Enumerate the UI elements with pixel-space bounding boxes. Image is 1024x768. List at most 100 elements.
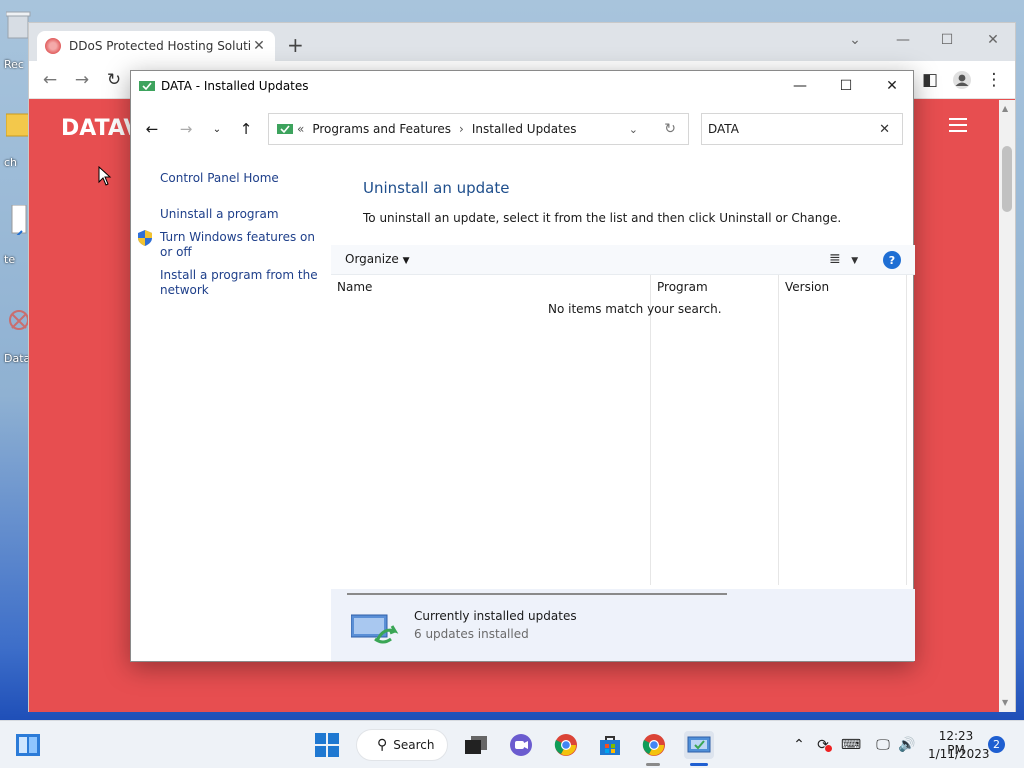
browser-forward-icon[interactable]: →: [71, 69, 93, 91]
taskbar-search[interactable]: ⚲ Search: [356, 729, 448, 761]
page-scrollbar[interactable]: ▲ ▼: [999, 100, 1015, 712]
left-pane: Control Panel Home Uninstall a program T…: [131, 161, 331, 661]
running-indicator: [646, 763, 660, 766]
back-icon[interactable]: ←: [142, 119, 162, 139]
column-divider: [650, 275, 651, 585]
chrome-taskbar-button[interactable]: [552, 731, 580, 759]
volume-icon[interactable]: 🔊: [897, 735, 917, 755]
browser-tab-bar: DDoS Protected Hosting Solutio ✕ + ⌄ — ☐…: [29, 23, 1015, 61]
address-bar[interactable]: « Programs and Features › Installed Upda…: [268, 113, 689, 145]
details-title: Currently installed updates: [414, 609, 577, 623]
browser-tab[interactable]: DDoS Protected Hosting Solutio ✕: [37, 31, 275, 61]
desktop-icon-datavix[interactable]: Data: [0, 308, 30, 365]
column-header-name[interactable]: Name: [337, 280, 372, 294]
close-icon[interactable]: ✕: [869, 71, 915, 101]
mouse-cursor-icon: [98, 166, 112, 186]
teams-chat-icon: [510, 734, 532, 756]
microsoft-store-icon: [600, 736, 620, 755]
task-view-icon: [465, 736, 487, 754]
chevron-down-icon: ▼: [851, 256, 859, 266]
windows-features-link[interactable]: Turn Windows features on or off: [160, 230, 320, 260]
change-view-button[interactable]: ≣ ▼: [829, 251, 858, 267]
command-bar: Organize ▼ ≣ ▼ ?: [331, 245, 915, 275]
search-input[interactable]: [708, 122, 868, 136]
forward-icon[interactable]: →: [176, 119, 196, 139]
site-brand[interactable]: DATAV: [61, 116, 140, 141]
column-header-version[interactable]: Version: [785, 280, 829, 294]
column-divider: [778, 275, 779, 585]
up-level-icon[interactable]: ↑: [236, 119, 256, 139]
horizontal-scrollbar[interactable]: [347, 593, 727, 595]
details-subtitle: 6 updates installed: [414, 627, 529, 641]
desktop-icon-folder[interactable]: ch: [0, 108, 31, 169]
organize-button[interactable]: Organize ▼: [345, 252, 410, 266]
uninstall-program-link[interactable]: Uninstall a program: [160, 207, 320, 222]
taskbar: ⚲ Search ⌃ ⟳ ⌨ 🖵 🔊 12:23 PM 1/11/2023 2: [0, 720, 1024, 768]
scroll-up-icon[interactable]: ▲: [1002, 104, 1008, 113]
teams-chat-button[interactable]: [507, 731, 535, 759]
minimize-icon[interactable]: —: [777, 71, 823, 101]
breadcrumb-separator[interactable]: ›: [459, 122, 464, 136]
tab-search-chevron-icon[interactable]: ⌄: [833, 27, 877, 53]
browser-maximize-icon[interactable]: ☐: [925, 27, 969, 53]
search-box[interactable]: ✕: [701, 113, 903, 145]
clock-date[interactable]: 1/11/2023: [928, 747, 990, 761]
breadcrumb-programs-and-features[interactable]: Programs and Features: [312, 122, 451, 136]
refresh-icon[interactable]: ↻: [664, 121, 676, 137]
active-app-indicator: [690, 763, 708, 766]
column-header-program[interactable]: Program: [657, 280, 708, 294]
scrollbar-thumb[interactable]: [1002, 146, 1012, 212]
maximize-icon[interactable]: ☐: [823, 71, 869, 101]
widgets-button[interactable]: [14, 731, 42, 759]
new-tab-icon[interactable]: +: [287, 33, 304, 57]
address-dropdown-icon[interactable]: ⌄: [629, 123, 638, 136]
start-button[interactable]: [313, 731, 341, 759]
browser-menu-icon[interactable]: ⋮: [983, 69, 1005, 91]
keyboard-icon[interactable]: ⌨: [841, 735, 861, 755]
desktop-icon-shortcut[interactable]: te: [0, 204, 30, 266]
desktop-icon-label: Rec: [4, 58, 24, 71]
show-hidden-icons-chevron-icon[interactable]: ⌃: [789, 735, 809, 755]
hamburger-menu-icon[interactable]: [949, 118, 967, 132]
list-header: Name Program Version: [331, 275, 915, 299]
navigation-bar: ← → ⌄ ↑ « Programs and Features › Instal…: [131, 109, 913, 149]
scroll-down-icon[interactable]: ▼: [1002, 698, 1008, 707]
profile-avatar-icon[interactable]: [951, 69, 973, 91]
breadcrumb-installed-updates[interactable]: Installed Updates: [472, 122, 577, 136]
sidebar-toggle-icon[interactable]: ◧: [919, 69, 941, 91]
browser-reload-icon[interactable]: ↻: [103, 69, 125, 91]
breadcrumb-overflow[interactable]: «: [297, 122, 304, 136]
control-panel-icon: [277, 124, 293, 134]
control-panel-taskbar-button[interactable]: [684, 731, 714, 759]
close-tab-icon[interactable]: ✕: [251, 38, 267, 54]
window-titlebar[interactable]: DATA - Installed Updates — ☐ ✕: [131, 71, 913, 101]
desktop-icon-recycle-bin[interactable]: Rec: [0, 10, 31, 71]
installed-updates-icon: [351, 614, 399, 644]
windows-start-icon: [315, 733, 339, 757]
store-taskbar-button[interactable]: [596, 731, 624, 759]
network-icon[interactable]: 🖵: [873, 735, 893, 755]
control-panel-icon: [687, 736, 711, 753]
page-instructions: To uninstall an update, select it from t…: [363, 211, 842, 225]
window-title: DATA - Installed Updates: [161, 79, 309, 93]
chrome-taskbar-button-2[interactable]: [640, 731, 668, 759]
search-icon: ⚲: [377, 737, 388, 753]
notification-badge[interactable]: 2: [988, 736, 1005, 753]
desktop-icon-label: ch: [4, 156, 18, 169]
clear-search-icon[interactable]: ✕: [879, 122, 890, 137]
uac-shield-icon: [138, 230, 152, 246]
recent-locations-chevron-icon[interactable]: ⌄: [207, 119, 227, 139]
control-panel-home-link[interactable]: Control Panel Home: [160, 171, 320, 186]
desktop-icon-label: Data: [4, 352, 31, 365]
install-from-network-link[interactable]: Install a program from the network: [160, 268, 320, 298]
sync-update-icon[interactable]: ⟳: [813, 735, 833, 755]
desktop-icon-label: te: [4, 253, 16, 266]
browser-minimize-icon[interactable]: —: [881, 27, 925, 53]
browser-back-icon[interactable]: ←: [39, 69, 61, 91]
installed-updates-window: DATA - Installed Updates — ☐ ✕ ← → ⌄ ↑ «…: [130, 70, 915, 662]
browser-close-icon[interactable]: ✕: [971, 27, 1015, 53]
details-pane: Currently installed updates 6 updates in…: [331, 589, 915, 661]
help-icon[interactable]: ?: [883, 251, 901, 269]
site-favicon-icon: [45, 38, 61, 54]
task-view-button[interactable]: [462, 731, 490, 759]
